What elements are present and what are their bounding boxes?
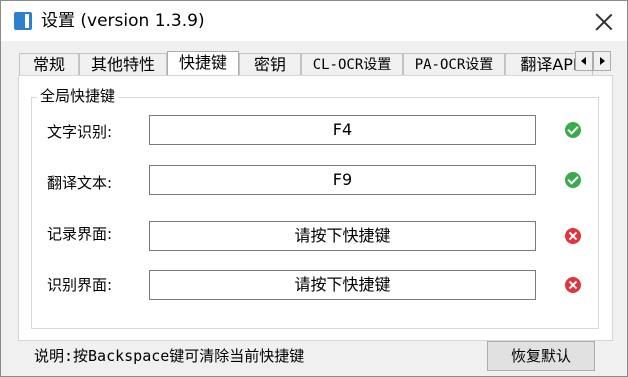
- app-icon: [14, 12, 32, 30]
- translate-hotkey-input[interactable]: F9: [149, 165, 536, 195]
- settings-window: 设置 (version 1.3.9) 常规 其他特性 快捷键 密钥 CL-OCR…: [0, 0, 628, 377]
- hint-text: 说明:按Backspace键可清除当前快捷键: [34, 347, 305, 365]
- tab-cl-ocr[interactable]: CL-OCR设置: [301, 53, 403, 75]
- tab-keys[interactable]: 密钥: [239, 53, 301, 75]
- check-circle-icon: [565, 122, 581, 138]
- recognize-hotkey-label: 识别界面:: [47, 276, 113, 294]
- group-title: 全局快捷键: [37, 87, 119, 105]
- check-circle-icon: [565, 172, 581, 188]
- x-circle-icon: [565, 277, 581, 293]
- history-hotkey-input[interactable]: 请按下快捷键: [149, 221, 536, 251]
- ocr-hotkey-input[interactable]: F4: [149, 115, 536, 145]
- chevron-left-icon: [581, 57, 586, 65]
- hotkeys-tab-panel: 全局快捷键 文字识别: F4 翻译文本: F9 记录界面: 请按下快捷键 识别界…: [18, 75, 613, 341]
- tab-scroll-left-button[interactable]: [575, 51, 593, 71]
- tab-other-features[interactable]: 其他特性: [79, 53, 167, 75]
- history-hotkey-label: 记录界面:: [47, 225, 113, 243]
- recognize-hotkey-input[interactable]: 请按下快捷键: [149, 270, 536, 300]
- tab-pa-ocr[interactable]: PA-OCR设置: [403, 53, 505, 75]
- x-circle-icon: [565, 228, 581, 244]
- title-bar: 设置 (version 1.3.9): [1, 1, 627, 41]
- tab-strip: 常规 其他特性 快捷键 密钥 CL-OCR设置 PA-OCR设置 翻译API: [19, 51, 593, 75]
- close-button[interactable]: [591, 9, 617, 35]
- tab-general[interactable]: 常规: [19, 53, 79, 75]
- translate-hotkey-label: 翻译文本:: [47, 174, 113, 192]
- ocr-hotkey-label: 文字识别:: [47, 123, 113, 141]
- window-title: 设置 (version 1.3.9): [41, 11, 205, 31]
- tab-hotkeys[interactable]: 快捷键: [167, 51, 239, 75]
- reset-defaults-button[interactable]: 恢复默认: [487, 341, 595, 371]
- tab-scroll-right-button[interactable]: [593, 51, 611, 71]
- chevron-right-icon: [600, 57, 605, 65]
